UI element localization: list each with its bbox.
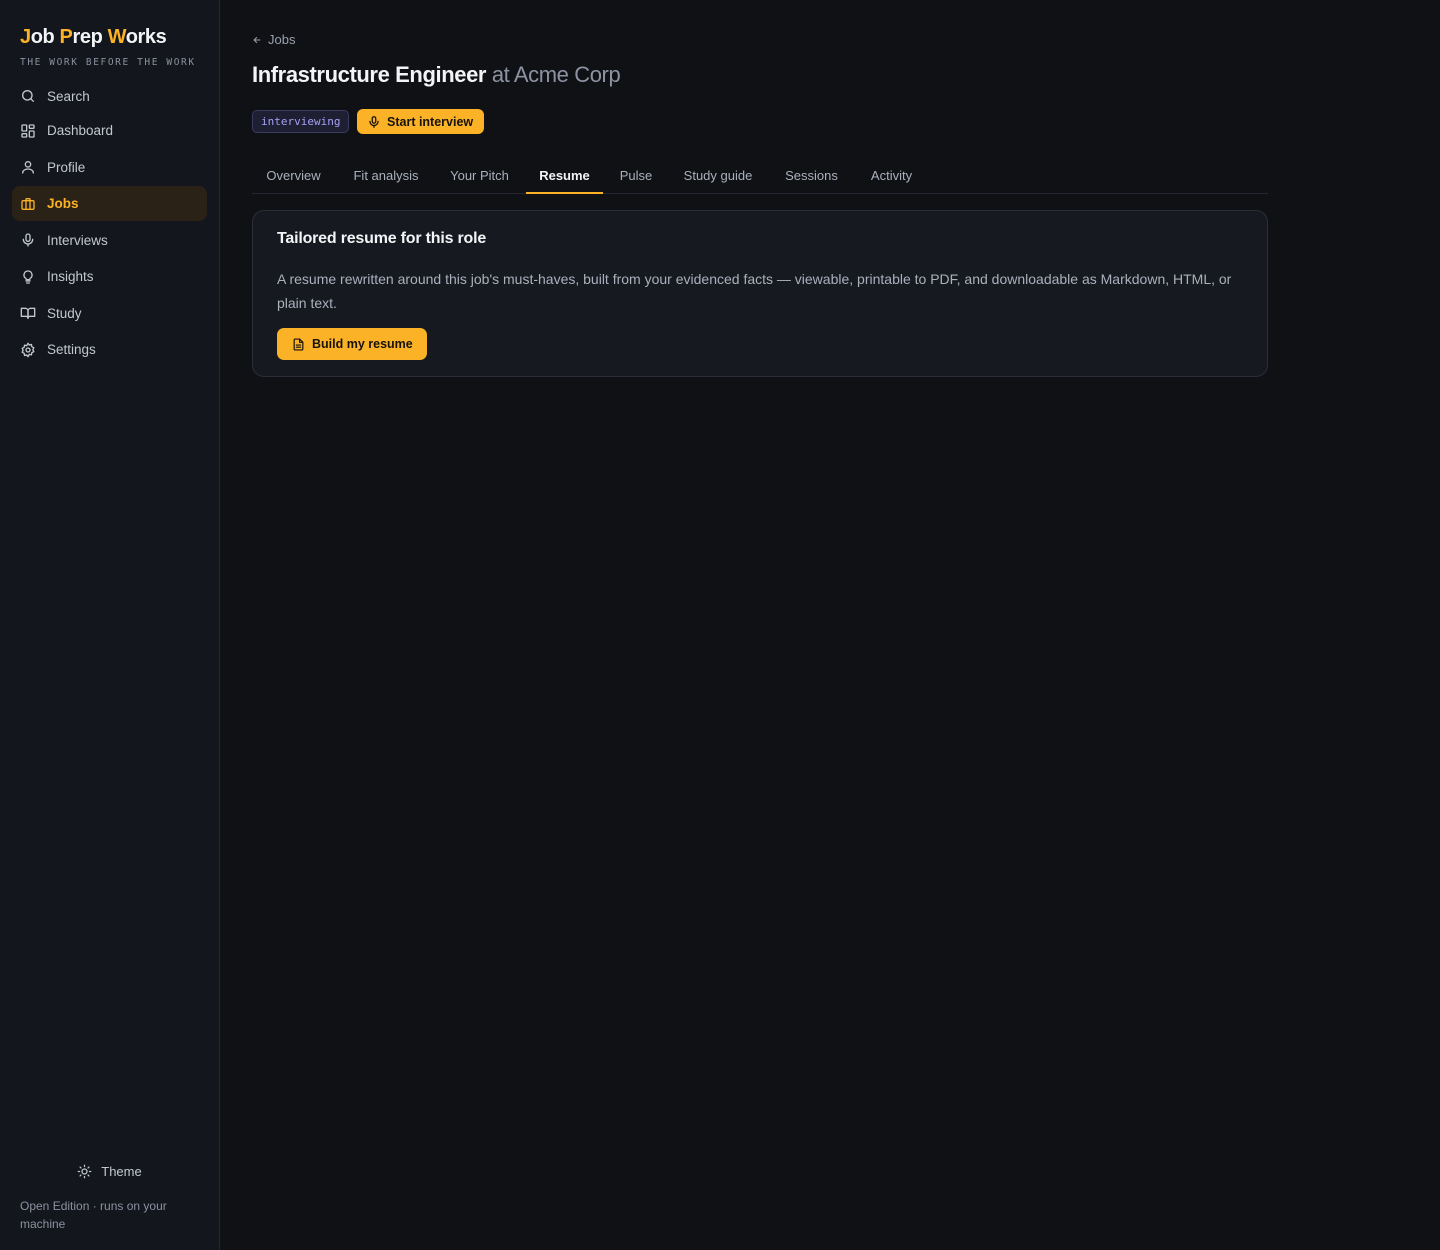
sidebar-item-label: Insights: [47, 269, 94, 284]
tab-overview[interactable]: Overview: [252, 158, 335, 193]
card-description: A resume rewritten around this job's mus…: [277, 271, 1232, 311]
dashboard-icon: [21, 123, 35, 138]
brand-word: orks: [125, 26, 167, 48]
brand-letter: J: [20, 26, 31, 48]
tab-fit-analysis[interactable]: Fit analysis: [339, 158, 433, 193]
tab-pulse[interactable]: Pulse: [607, 158, 665, 193]
sun-icon: [77, 1164, 92, 1178]
sidebar-item-search[interactable]: Search: [12, 79, 207, 113]
back-link-label: Jobs: [268, 32, 296, 47]
tab-resume[interactable]: Resume: [526, 158, 603, 194]
tab-your-pitch[interactable]: Your Pitch: [437, 158, 522, 193]
search-icon: [22, 90, 34, 102]
gear-icon: [21, 342, 35, 357]
sidebar-item-label: Search: [47, 88, 90, 104]
sidebar-item-jobs[interactable]: Jobs: [12, 186, 207, 221]
brand-word: ob: [30, 26, 60, 48]
sidebar-item-study[interactable]: Study: [12, 296, 207, 331]
sidebar-item-interviews[interactable]: Interviews: [12, 223, 207, 258]
edition-note: Open Edition · runs on your machine: [20, 1199, 167, 1231]
back-to-jobs-link[interactable]: Jobs: [252, 32, 295, 47]
sidebar-item-label: Interviews: [47, 232, 108, 248]
user-icon: [22, 161, 34, 174]
sidebar-item-profile[interactable]: Profile: [12, 150, 207, 185]
sidebar-item-label: Profile: [47, 159, 86, 175]
sidebar-item-label: Dashboard: [47, 123, 114, 138]
company-name: at Acme Corp: [491, 62, 621, 87]
tab-sessions[interactable]: Sessions: [771, 158, 852, 193]
document-icon: [293, 337, 304, 351]
brand-letter: P: [59, 26, 73, 48]
sidebar-item-dashboard[interactable]: Dashboard: [12, 113, 207, 148]
sidebar: Job Prep Works THE WORK BEFORE THE WORK …: [0, 0, 220, 1250]
briefcase-icon: [21, 197, 35, 210]
build-resume-button[interactable]: Build my resume: [277, 328, 427, 360]
job-tabs: Overview Fit analysis Your Pitch Resume …: [252, 158, 1268, 194]
build-resume-label: Build my resume: [312, 337, 413, 351]
start-interview-button[interactable]: Start interview: [357, 109, 485, 134]
sidebar-item-label: Jobs: [47, 196, 79, 211]
sidebar-item-settings[interactable]: Settings: [12, 332, 207, 367]
sidebar-nav: Search Dashboard Profile Jobs Interviews…: [12, 79, 207, 369]
sidebar-item-label: Settings: [47, 342, 96, 357]
status-badge: interviewing: [252, 110, 350, 133]
card-title: Tailored resume for this role: [277, 230, 487, 247]
tab-activity[interactable]: Activity: [856, 158, 927, 193]
sidebar-item-insights[interactable]: Insights: [12, 259, 207, 294]
start-interview-label: Start interview: [387, 114, 474, 129]
book-icon: [20, 307, 36, 319]
brand-tagline: THE WORK BEFORE THE WORK: [20, 57, 196, 68]
theme-toggle-button[interactable]: Theme: [0, 1159, 219, 1183]
lightbulb-icon: [23, 269, 33, 284]
resume-card: Tailored resume for this role A resume r…: [252, 210, 1268, 377]
sidebar-item-label: Study: [47, 305, 82, 321]
page-title: Infrastructure Engineer at Acme Corp: [252, 62, 621, 88]
brand: Job Prep Works THE WORK BEFORE THE WORK: [20, 26, 196, 68]
tab-study-guide[interactable]: Study guide: [669, 158, 767, 193]
theme-label: Theme: [101, 1163, 142, 1179]
job-title: Infrastructure Engineer: [252, 62, 487, 87]
microphone-icon: [369, 115, 379, 128]
brand-letter: W: [107, 26, 127, 48]
brand-word: rep: [72, 26, 108, 48]
brand-logo[interactable]: Job Prep Works: [20, 26, 196, 49]
arrow-left-icon: [253, 36, 261, 43]
microphone-icon: [22, 233, 34, 247]
